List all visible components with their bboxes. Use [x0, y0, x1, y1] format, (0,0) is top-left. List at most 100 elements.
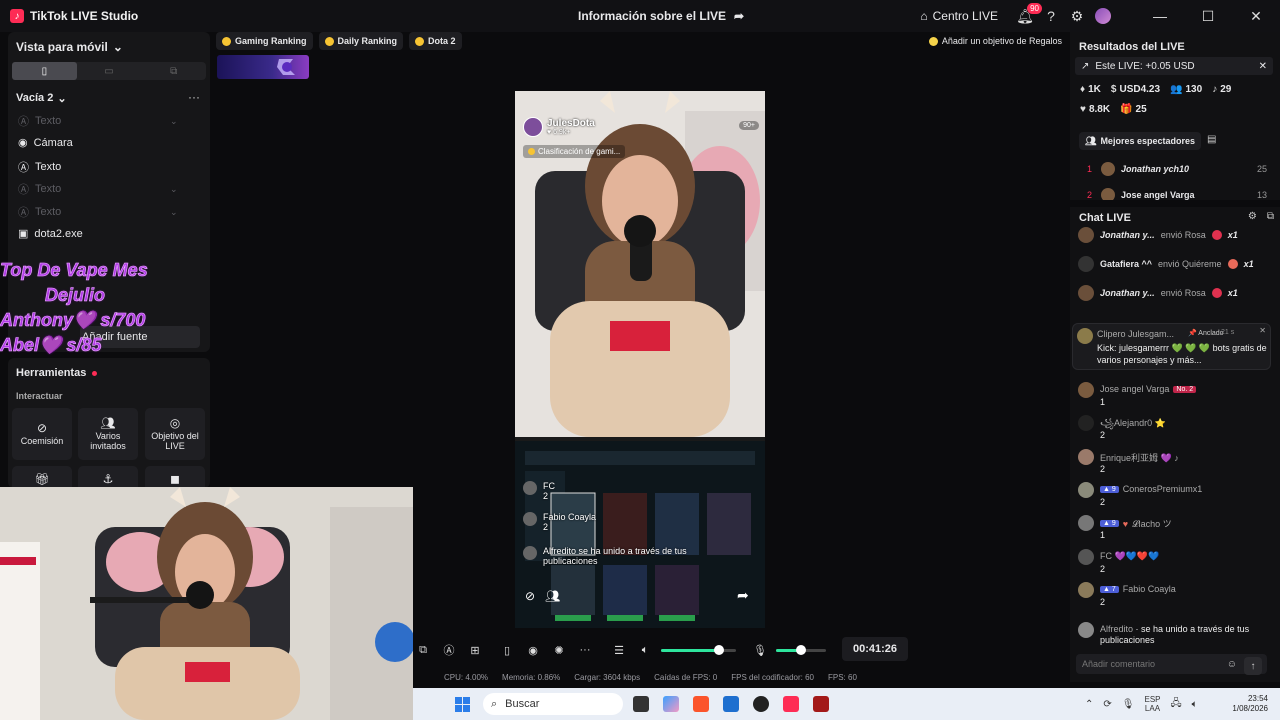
source-item[interactable]: Ⓐ Texto ⌄: [18, 204, 178, 220]
viewers-metric: 👥 130: [1170, 84, 1203, 95]
pinned-message[interactable]: Clipero Julesgam... 📌 Anclado 21 s ✕ Kic…: [1072, 323, 1271, 370]
avatar: [1078, 582, 1094, 598]
copilot-icon[interactable]: [663, 696, 679, 712]
portrait-option[interactable]: ▯: [12, 62, 77, 80]
more-button[interactable]: ···: [575, 640, 595, 660]
poll-tool-button[interactable]: ◼: [145, 466, 205, 488]
usd-metric: $ USD4.23: [1110, 84, 1161, 95]
anchor-tool-button[interactable]: ⚓︎: [78, 466, 138, 488]
chevron-up-icon[interactable]: ⌃: [1085, 699, 1093, 710]
live-earnings-banner: ↗ Este LIVE: +0.05 USD ✕: [1075, 57, 1273, 75]
mic-button[interactable]: 🎙︎: [750, 640, 770, 660]
cpu-stat: CPU: 4.00%: [444, 673, 489, 682]
dual-option[interactable]: ⧉: [141, 62, 206, 80]
live-center-button[interactable]: ⌂ Centro LIVE: [920, 9, 998, 23]
send-button[interactable]: ↑: [1244, 657, 1262, 675]
view-mode-label: Vista para móvil: [16, 40, 108, 54]
gift-message: Gatafiera ^^ envió Quiéreme x1: [1078, 256, 1274, 272]
trend-icon: ↗: [1081, 60, 1090, 72]
taskbar-search[interactable]: ⌕ Buscar: [483, 693, 623, 715]
gear-icon[interactable]: ⚙: [1248, 211, 1257, 222]
help-button[interactable]: ?: [1038, 3, 1064, 29]
windows-start-icon[interactable]: [455, 697, 470, 712]
volume-knob[interactable]: [714, 644, 725, 655]
comment-input[interactable]: Añadir comentario ☺: [1076, 654, 1267, 674]
phone-button[interactable]: ▯: [497, 640, 517, 660]
live-goal-button[interactable]: ◎ Objetivo del LIVE: [145, 408, 205, 460]
encoder-fps-stat: FPS del codificador: 60: [731, 673, 814, 682]
language-indicator[interactable]: ESP LAA: [1144, 695, 1160, 713]
minimize-button[interactable]: —: [1136, 0, 1184, 32]
close-icon[interactable]: ✕: [1259, 326, 1266, 335]
cohost-button[interactable]: ⊘ Coemisión: [12, 408, 72, 460]
add-gift-goal-button[interactable]: Añadir un objetivo de Regalos: [928, 32, 1062, 50]
gear-icon: ⚙: [1070, 7, 1084, 24]
notifications-button[interactable]: 🔔︎ 90: [1012, 3, 1042, 29]
live-results-panel: Resultados del LIVE ↗ Este LIVE: +0.05 U…: [1070, 32, 1280, 200]
scene-dropdown[interactable]: Vacía 2 ⌄: [16, 92, 67, 105]
multi-guest-button[interactable]: 👥︎ Varios invitados: [78, 408, 138, 460]
dota2-chip[interactable]: Dota 2: [409, 32, 462, 50]
volume-slider[interactable]: [661, 644, 736, 655]
top-viewers-button[interactable]: 👥︎ Mejores espectadores: [1079, 132, 1201, 150]
chevron-down-icon: ⌄: [170, 206, 178, 217]
dota2-icon[interactable]: [813, 696, 829, 712]
source-item[interactable]: Ⓐ Texto ⌄: [18, 181, 178, 197]
view-mode-dropdown[interactable]: Vista para móvil ⌄: [16, 40, 123, 54]
list-icon[interactable]: ▤: [1207, 134, 1216, 145]
network-icon[interactable]: 🖧︎: [1171, 696, 1182, 713]
more-icon: ···: [579, 644, 591, 656]
taskbar-clock[interactable]: 23:54 1/08/2026: [1232, 694, 1268, 714]
daily-ranking-chip[interactable]: Daily Ranking: [318, 32, 404, 50]
effects-button[interactable]: ✺: [549, 640, 569, 660]
gifters-metric: 🎁 25: [1120, 104, 1147, 115]
gaming-ranking-chip[interactable]: Gaming Ranking: [216, 32, 313, 50]
profile-button[interactable]: [1090, 3, 1116, 29]
popout-icon[interactable]: ⧉: [1267, 211, 1274, 222]
landscape-option[interactable]: ▭: [77, 62, 142, 80]
ai-button[interactable]: Ⓐ: [439, 640, 459, 660]
store-icon[interactable]: [723, 696, 739, 712]
speaker-button[interactable]: 🔈︎: [635, 640, 655, 660]
task-view-icon[interactable]: [633, 696, 649, 712]
text-source-icon: Ⓐ: [18, 116, 29, 128]
close-button[interactable]: ✕: [1232, 0, 1280, 32]
performance-stats: CPU: 4.00% Memoria: 0.86% Cargar: 3604 k…: [444, 673, 857, 682]
source-item[interactable]: ▣ dota2.exe: [18, 227, 83, 241]
close-icon[interactable]: ✕: [1259, 61, 1267, 72]
streamer-name: JulesDota: [547, 118, 595, 129]
add-scene-button[interactable]: ⊞: [465, 640, 485, 660]
tiktok-logo-icon: ♪: [10, 9, 24, 23]
top-viewer-row[interactable]: 2 Jose angel Varga 13: [1087, 188, 1267, 200]
source-item[interactable]: Ⓐ Texto: [18, 159, 61, 175]
rose-icon: [1211, 230, 1222, 240]
promo-banner[interactable]: [217, 55, 309, 79]
ai-icon: Ⓐ: [443, 645, 455, 657]
users-icon: 👥︎: [100, 415, 116, 430]
live-info-button[interactable]: Información sobre el LIVE ➦: [578, 0, 744, 32]
top-viewer-row[interactable]: 1 Jonathan ych10 25: [1087, 162, 1267, 176]
sync-icon[interactable]: ⟳: [1103, 699, 1111, 710]
avatar: [1078, 415, 1094, 431]
pinned-tag: 📌 Anclado: [1188, 330, 1224, 337]
camera-icon: ◉: [18, 137, 28, 149]
mic-slider[interactable]: [776, 644, 826, 655]
volume-icon[interactable]: 🔈︎: [1192, 699, 1198, 710]
brave-browser-icon[interactable]: [693, 696, 709, 712]
mic-icon[interactable]: 🎙︎: [1122, 699, 1135, 710]
layout-button[interactable]: ⧉: [413, 640, 433, 660]
app-title: TikTok LIVE Studio: [30, 9, 139, 23]
tiktok-studio-icon[interactable]: [783, 696, 799, 712]
source-item[interactable]: ◉ Cámara: [18, 136, 73, 150]
emoji-icon[interactable]: ☺: [1227, 659, 1237, 670]
record-button[interactable]: ◉: [523, 640, 543, 660]
steam-icon[interactable]: [753, 696, 769, 712]
mixer-button[interactable]: ☰: [609, 640, 629, 660]
overlay-line: Anthony💜 s/700: [0, 310, 146, 331]
mic-knob[interactable]: [796, 644, 806, 655]
gift-tool-button[interactable]: 🎁︎: [12, 466, 72, 488]
settings-button[interactable]: ⚙: [1064, 3, 1090, 29]
maximize-button[interactable]: ☐: [1184, 0, 1232, 32]
source-item[interactable]: Ⓐ Texto ⌄: [18, 113, 178, 129]
more-icon[interactable]: ···: [188, 90, 200, 104]
